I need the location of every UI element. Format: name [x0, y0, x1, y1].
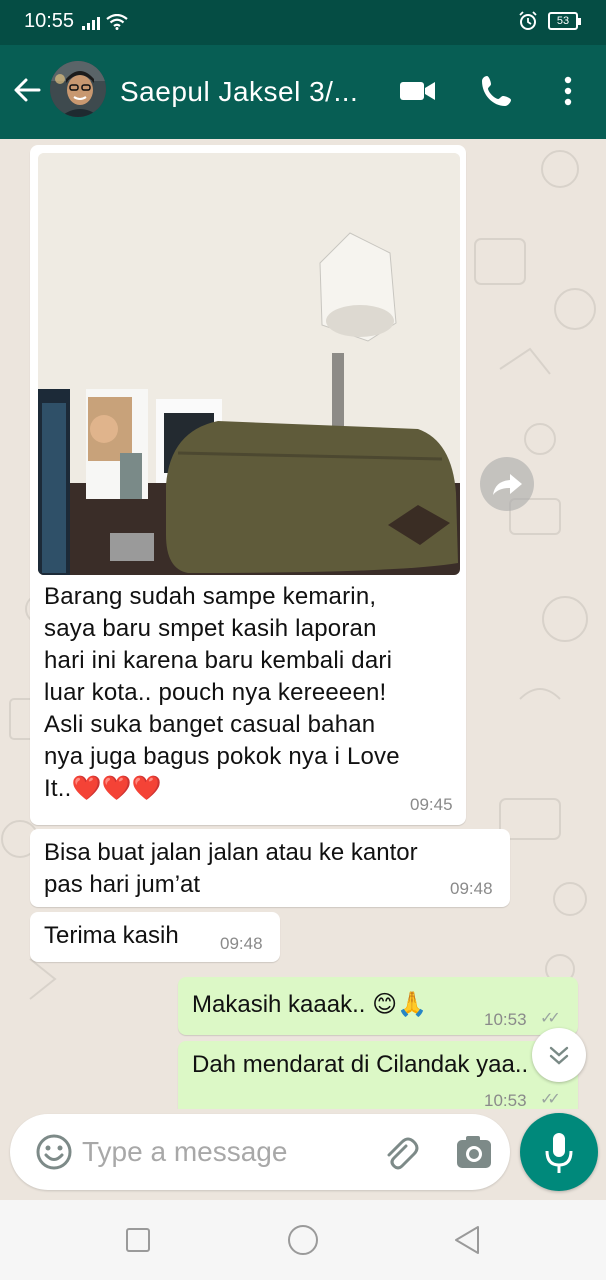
nav-home-icon[interactable] — [285, 1222, 321, 1258]
camera-icon[interactable] — [454, 1132, 494, 1172]
message-input[interactable] — [82, 1132, 352, 1172]
emoji-icon[interactable] — [34, 1132, 74, 1172]
message-time: 09:48 — [220, 934, 263, 953]
message-text: Makasih kaaak.. 😊🙏 — [192, 991, 427, 1018]
status-icons — [82, 14, 128, 30]
wifi-icon — [106, 14, 128, 30]
more-menu-icon[interactable] — [548, 73, 588, 109]
forward-icon — [493, 474, 522, 495]
message-bubble-incoming[interactable]: Terima kasih 09:48 — [30, 912, 280, 962]
photo-content — [38, 153, 460, 575]
message-time: 10:53 — [484, 1010, 527, 1029]
attach-icon[interactable] — [380, 1132, 420, 1172]
message-bubble-incoming[interactable]: Bisa buat jalan jalan atau ke kantor pas… — [30, 829, 510, 907]
message-bubble-incoming[interactable]: Barang sudah sampe kemarin, saya baru sm… — [30, 145, 466, 825]
message-text: Bisa buat jalan jalan atau ke kantor pas… — [44, 839, 418, 898]
back-arrow-icon[interactable] — [12, 75, 42, 105]
nav-back-icon[interactable] — [450, 1222, 486, 1258]
phone-icon[interactable] — [478, 73, 518, 109]
nav-recents-icon[interactable] — [120, 1222, 156, 1258]
read-ticks-icon: ✓✓ — [540, 1010, 561, 1027]
system-nav-bar — [0, 1200, 606, 1280]
status-time: 10:55 — [24, 10, 75, 32]
video-call-icon[interactable] — [398, 73, 438, 109]
status-bar: 10:55 53 — [0, 0, 606, 45]
forward-button[interactable] — [480, 457, 534, 511]
status-right: 53 — [518, 11, 581, 31]
avatar[interactable] — [50, 61, 106, 117]
message-bubble-outgoing[interactable]: Dah mendarat di Cilandak yaa.. 10:53 ✓✓ — [178, 1041, 578, 1109]
scroll-down-button[interactable] — [532, 1028, 586, 1082]
read-ticks-icon: ✓✓ — [540, 1091, 561, 1108]
contact-name[interactable]: Saepul Jaksel 3/... — [120, 76, 358, 108]
message-time: 09:45 — [410, 795, 453, 814]
chat-area[interactable]: Barang sudah sampe kemarin, saya baru sm… — [0, 139, 606, 1109]
message-text: Dah mendarat di Cilandak yaa.. — [192, 1051, 529, 1078]
battery-indicator: 53 — [548, 12, 581, 30]
message-time: 10:53 — [484, 1091, 527, 1109]
signal-icon — [82, 16, 100, 30]
message-time: 09:48 — [450, 879, 493, 898]
chat-header: Saepul Jaksel 3/... — [0, 45, 606, 139]
mic-icon — [545, 1133, 573, 1173]
message-photo[interactable] — [38, 153, 460, 575]
message-caption: Barang sudah sampe kemarin, saya baru sm… — [44, 583, 400, 802]
alarm-icon — [519, 11, 537, 30]
mic-button[interactable] — [520, 1113, 598, 1191]
scroll-down-icon — [549, 1046, 569, 1065]
message-bubble-outgoing[interactable]: Makasih kaaak.. 😊🙏 10:53 ✓✓ — [178, 977, 578, 1035]
message-text: Terima kasih — [44, 922, 179, 949]
message-composer — [10, 1114, 510, 1190]
